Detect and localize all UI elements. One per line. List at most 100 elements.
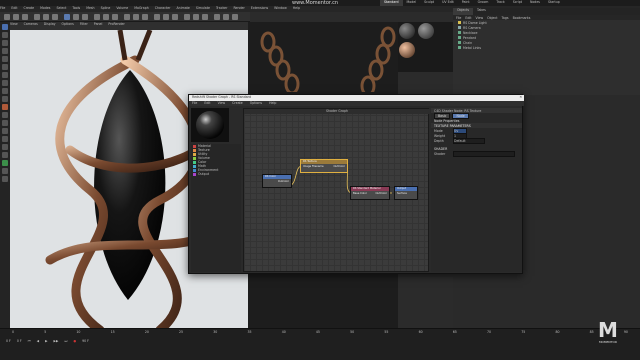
- node-rs-color[interactable]: RS Color Outcolor: [262, 174, 292, 188]
- node-output[interactable]: Output Surface: [394, 186, 418, 200]
- folder-icon: [193, 148, 196, 152]
- go-start-icon[interactable]: ⏮: [28, 339, 31, 343]
- node-port-out[interactable]: OutColor: [376, 192, 387, 195]
- menu-item[interactable]: Object: [487, 16, 497, 20]
- timeline[interactable]: 0 5 10 15 20 25 30 35 40 45 50 55 60 65 70 75 80 85 90 0 F…: [0, 328, 640, 360]
- play-icon[interactable]: ▶: [45, 339, 47, 343]
- menu-item[interactable]: Extensions: [251, 6, 268, 10]
- axis-mode-icon[interactable]: [2, 88, 8, 94]
- object-row[interactable]: Metal Links: [453, 45, 640, 50]
- menu-item[interactable]: File: [192, 101, 197, 105]
- paint-icon[interactable]: [2, 160, 8, 166]
- bevel-icon[interactable]: [2, 128, 8, 134]
- object-name: Metal Links: [463, 45, 482, 50]
- menu-item[interactable]: Modes: [40, 6, 50, 10]
- viewport-menu-item[interactable]: Cameras: [24, 22, 38, 26]
- menu-item[interactable]: Bookmarks: [513, 16, 531, 20]
- null-icon: [458, 31, 461, 34]
- menu-item[interactable]: Create: [24, 6, 35, 10]
- viewport-menu-item[interactable]: Panel: [94, 22, 103, 26]
- points-mode-icon[interactable]: [2, 56, 8, 62]
- menu-item[interactable]: Render: [233, 6, 244, 10]
- menu-item[interactable]: Character: [155, 6, 171, 10]
- menu-item[interactable]: Mesh: [86, 6, 94, 10]
- node-port-out[interactable]: OutColor: [334, 165, 345, 168]
- extrude-icon[interactable]: [2, 120, 8, 126]
- menu-item[interactable]: Select: [56, 6, 66, 10]
- menu-item[interactable]: Spline: [101, 6, 111, 10]
- menu-item[interactable]: Simulate: [196, 6, 210, 10]
- model-mode-icon[interactable]: [2, 80, 8, 86]
- close-icon[interactable]: ✕: [519, 95, 522, 99]
- node-rs-standard-material[interactable]: RS Standard Material Base Color OutColor: [350, 186, 390, 200]
- node-rs-texture[interactable]: RS Texture Image Filename OutColor: [300, 159, 348, 173]
- menu-item[interactable]: MoGraph: [134, 6, 148, 10]
- menu-item[interactable]: Tools: [72, 6, 80, 10]
- edges-mode-icon[interactable]: [2, 64, 8, 70]
- move-tool-icon[interactable]: [2, 24, 8, 30]
- material-swatch[interactable]: [418, 23, 435, 39]
- viewport-menu-item[interactable]: ProRender: [108, 22, 124, 26]
- layers-icon[interactable]: [2, 176, 8, 182]
- menu-item[interactable]: Edit: [11, 6, 17, 10]
- menu-item[interactable]: Volume: [116, 6, 128, 10]
- menu-item[interactable]: Window: [274, 6, 287, 10]
- node-graph-canvas[interactable]: Shader Graph RS Color Outcolor RS Textur…: [243, 108, 430, 272]
- brush-icon[interactable]: [2, 104, 8, 110]
- polygons-mode-icon[interactable]: [2, 72, 8, 78]
- sculpt-icon[interactable]: [2, 168, 8, 174]
- tick-label: 35: [247, 330, 252, 334]
- node-port-in[interactable]: Base Color: [353, 192, 367, 195]
- node-port-in[interactable]: Image Filename: [303, 165, 324, 168]
- viewport-menu-item[interactable]: View: [10, 22, 18, 26]
- menu-item[interactable]: Options: [250, 101, 262, 105]
- next-frame-icon[interactable]: ▶▶: [54, 339, 59, 343]
- node-port-in[interactable]: Surface: [395, 191, 417, 196]
- viewport-menu-item[interactable]: Options: [62, 22, 74, 26]
- menu-item[interactable]: Tracker: [216, 6, 228, 10]
- material-swatch[interactable]: [399, 23, 415, 39]
- scale-tool-icon[interactable]: [2, 32, 8, 38]
- object-name: Chain: [463, 40, 473, 45]
- shader-field[interactable]: [453, 150, 515, 157]
- menu-item[interactable]: Create: [232, 101, 243, 105]
- viewport-menu-item[interactable]: Filter: [80, 22, 88, 26]
- snap-icon[interactable]: [2, 96, 8, 102]
- grid-icon[interactable]: [2, 152, 8, 158]
- logo-text: MOMENTOR: [598, 340, 617, 344]
- tree-item[interactable]: Output: [191, 172, 241, 176]
- menu-item[interactable]: Edit: [465, 16, 471, 20]
- tick-label: 0: [12, 330, 15, 334]
- frame-start-field[interactable]: 0 F: [6, 339, 11, 343]
- menu-item[interactable]: Tags: [502, 16, 509, 20]
- current-frame-field[interactable]: 0 F: [17, 339, 22, 343]
- object-icon: [458, 41, 461, 44]
- knife-icon[interactable]: [2, 112, 8, 118]
- select-tool-icon[interactable]: [2, 48, 8, 54]
- menu-item[interactable]: Animate: [177, 6, 190, 10]
- menu-item[interactable]: File: [456, 16, 461, 20]
- node-port-out[interactable]: Outcolor: [263, 179, 291, 184]
- shader-graph-window: Redshift Shader Graph - RS Standard ✕ Fi…: [188, 94, 524, 274]
- lock-icon[interactable]: [2, 144, 8, 150]
- rotate-tool-icon[interactable]: [2, 40, 8, 46]
- light-icon: [458, 21, 461, 24]
- prev-frame-icon[interactable]: ◀: [37, 339, 39, 343]
- frame-end-field[interactable]: 90 F: [82, 339, 89, 343]
- menu-item[interactable]: View: [218, 101, 226, 105]
- go-end-icon[interactable]: ⏭: [64, 339, 67, 343]
- menu-item[interactable]: File: [0, 6, 5, 10]
- tab-objects[interactable]: Objects: [453, 8, 474, 15]
- menu-item[interactable]: View: [476, 16, 484, 20]
- object-name: Necklace: [463, 30, 478, 35]
- toolbar-icons[interactable]: [0, 12, 250, 22]
- viewport-menu-item[interactable]: Display: [44, 22, 56, 26]
- tab-takes[interactable]: Takes: [473, 8, 490, 15]
- menu-item[interactable]: Help: [269, 101, 276, 105]
- material-swatch[interactable]: [399, 42, 415, 58]
- record-icon[interactable]: ●: [73, 339, 76, 343]
- depth-dropdown[interactable]: Default: [453, 137, 485, 144]
- workplane-icon[interactable]: [2, 136, 8, 142]
- menu-item[interactable]: Edit: [204, 101, 210, 105]
- menu-item[interactable]: Help: [293, 6, 300, 10]
